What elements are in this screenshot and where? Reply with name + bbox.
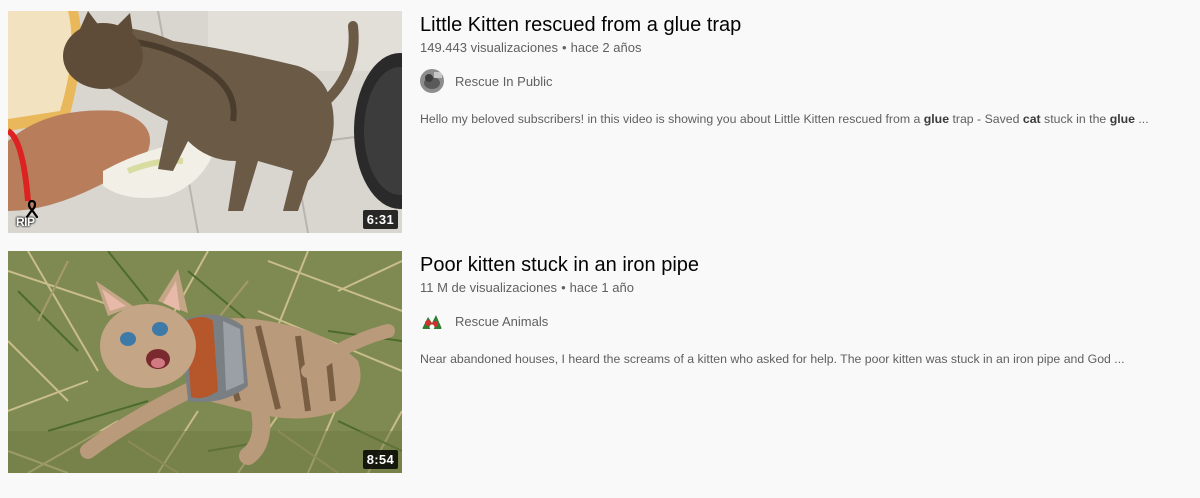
search-results: RIP 6:31 Little Kitten rescued from a gl…: [0, 0, 1200, 498]
channel-link[interactable]: Rescue Animals: [420, 309, 1200, 333]
video-metadata: 149.443 visualizaciones • hace 2 años: [420, 39, 1200, 57]
channel-avatar[interactable]: [420, 309, 444, 333]
meta-separator: •: [561, 280, 566, 295]
video-title[interactable]: Little Kitten rescued from a glue trap: [420, 12, 1200, 38]
description-text: Near abandoned houses, I heard the screa…: [420, 352, 1125, 366]
rip-badge: RIP: [14, 200, 50, 230]
video-duration: 6:31: [362, 210, 398, 229]
upload-age: hace 1 año: [569, 280, 634, 295]
description-keyword: glue: [1109, 112, 1135, 126]
channel-name[interactable]: Rescue Animals: [455, 314, 548, 329]
video-details: Little Kitten rescued from a glue trap 1…: [420, 11, 1200, 233]
kitten-iron-pipe-image: [8, 251, 402, 473]
description-text: trap - Saved: [949, 112, 1023, 126]
cat-avatar-icon: [420, 69, 444, 93]
video-title[interactable]: Poor kitten stuck in an iron pipe: [420, 252, 1200, 278]
view-count: 11 M de visualizaciones: [420, 280, 558, 295]
kitten-glue-trap-image: [8, 11, 402, 233]
animals-avatar-icon: [420, 309, 444, 333]
description-text: Hello my beloved subscribers! in this vi…: [420, 112, 924, 126]
video-duration: 8:54: [362, 450, 398, 469]
description-keyword: cat: [1022, 112, 1041, 126]
video-thumbnail-1[interactable]: RIP 6:31: [8, 11, 402, 233]
channel-avatar[interactable]: [420, 69, 444, 93]
description-keyword: glue: [923, 112, 950, 126]
video-thumbnail-2[interactable]: 8:54: [8, 251, 402, 473]
upload-age: hace 2 años: [570, 40, 642, 55]
rip-text: RIP: [16, 215, 35, 229]
video-result-1: RIP 6:31 Little Kitten rescued from a gl…: [8, 11, 1200, 233]
video-details: Poor kitten stuck in an iron pipe 11 M d…: [420, 251, 1200, 473]
video-description: Near abandoned houses, I heard the screa…: [420, 350, 1200, 368]
view-count: 149.443 visualizaciones: [420, 40, 559, 55]
video-result-2: 8:54 Poor kitten stuck in an iron pipe 1…: [8, 251, 1200, 473]
video-metadata: 11 M de visualizaciones • hace 1 año: [420, 279, 1200, 297]
description-text: stuck in the: [1040, 112, 1110, 126]
meta-separator: •: [562, 40, 567, 55]
video-description: Hello my beloved subscribers! in this vi…: [420, 110, 1200, 128]
channel-name[interactable]: Rescue In Public: [455, 74, 553, 89]
channel-link[interactable]: Rescue In Public: [420, 69, 1200, 93]
description-text: ...: [1134, 112, 1149, 126]
